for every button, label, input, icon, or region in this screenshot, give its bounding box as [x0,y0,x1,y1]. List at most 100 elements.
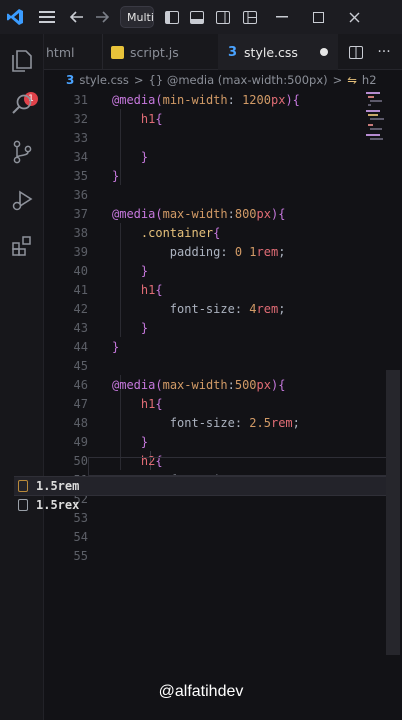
search-icon[interactable] [10,92,34,116]
code-line[interactable]: 38 .container{ [44,224,374,243]
extensions-icon[interactable] [10,234,34,258]
line-number: 44 [73,340,88,354]
code-token: } [140,321,149,335]
code-token: : [227,93,243,107]
suggestion-item[interactable]: 1.5rex [14,495,386,515]
line-number: 38 [73,226,88,240]
search-text: Multi f [127,10,154,24]
explorer-icon[interactable] [10,48,34,72]
code-token: px [256,378,271,392]
code-token: } [112,169,120,183]
code-token: 0 1 [234,245,257,259]
line-number: 40 [73,264,88,278]
line-code: font-size: 2.5rem; [112,414,300,433]
code-token: @media [112,93,156,107]
minimize-icon[interactable] [264,0,300,34]
code-token: rem [256,302,279,316]
code-line[interactable]: 48 font-size: 2.5rem; [44,414,374,433]
run-debug-icon[interactable] [10,188,34,212]
code-line[interactable]: 55 [44,547,374,566]
code-token: { [292,93,300,107]
source-control-icon[interactable] [10,140,34,164]
code-token: max-width [162,207,228,221]
code-token: h1 [140,283,156,297]
breadcrumb-selector[interactable]: h2 [362,73,377,87]
code-line[interactable]: 42 font-size: 4rem; [44,300,374,319]
line-number: 45 [73,359,88,373]
line-number: 55 [73,549,88,563]
line-code: } [112,433,148,452]
code-token: .container [140,226,214,240]
unsaved-dot-icon[interactable] [319,48,328,56]
line-number: 39 [73,245,88,259]
line-number: 31 [73,93,88,107]
tab-html[interactable]: html [44,34,102,70]
minimap[interactable] [366,90,388,150]
breadcrumb-file[interactable]: style.css [79,73,129,87]
hamburger-menu-icon[interactable] [30,0,64,34]
tab-style-css[interactable]: 3 style.css [218,34,338,70]
breadcrumb-separator: > [332,73,343,87]
forward-arrow-icon[interactable] [90,0,114,34]
code-line[interactable]: 54 [44,528,374,547]
code-line[interactable]: 49 } [44,433,374,452]
code-line[interactable]: 37 @media(max-width:800px){ [44,205,374,224]
code-line[interactable]: 39 padding: 0 1rem; [44,243,374,262]
code-line[interactable]: 45 [44,357,374,376]
title-bar: Multi f [0,0,402,34]
code-token: min-width [162,93,228,107]
code-line[interactable]: 43 } [44,319,374,338]
line-number: 54 [73,530,88,544]
line-code: h1{ [112,395,163,414]
vscode-logo[interactable] [0,0,30,34]
code-line[interactable]: 35} [44,167,374,186]
code-line[interactable]: 47 h1{ [44,395,374,414]
command-center-search[interactable]: Multi f [120,6,154,28]
maximize-icon[interactable] [300,0,336,34]
more-actions-icon[interactable]: ··· [370,34,398,70]
code-token: { [155,397,163,411]
back-arrow-icon[interactable] [64,0,90,34]
code-token: max-width [162,378,228,392]
code-token: font-size: [169,302,250,316]
line-number: 43 [73,321,88,335]
code-token: } [140,435,149,449]
code-line[interactable]: 33 [44,129,374,148]
close-icon[interactable] [336,0,372,34]
line-code: padding: 0 1rem; [112,243,286,262]
code-line[interactable]: 32 h1{ [44,110,374,129]
line-number: 35 [73,169,88,183]
activity-bar: 1 [0,34,44,720]
code-line[interactable]: 34 } [44,148,374,167]
code-line[interactable]: 46 @media(max-width:500px){ [44,376,374,395]
editor-scrollbar[interactable] [386,370,400,655]
panel-toggle-icon[interactable] [184,0,210,34]
tab-script-js[interactable]: script.js [102,34,218,70]
code-token: { [155,112,163,126]
suggestion-label: 1.5rex [36,498,80,512]
layout-icon[interactable] [236,0,264,34]
secondary-sidebar-icon[interactable] [210,0,236,34]
code-line[interactable]: 40 } [44,262,374,281]
code-line[interactable]: 44} [44,338,374,357]
code-token: { [213,226,221,240]
line-number: 42 [73,302,88,316]
suggestion-item[interactable]: 1.5rem [14,476,386,496]
code-token: ) [285,93,293,107]
sidebar-toggle-icon[interactable] [160,0,184,34]
code-editor[interactable]: 31 @media(min-width: 1200px){32 h1{33 34 }… [44,90,402,720]
code-line[interactable]: 31 @media(min-width: 1200px){ [44,91,374,110]
line-code: @media(min-width: 1200px){ [112,91,300,110]
split-editor-icon[interactable] [344,34,368,70]
breadcrumb-scope[interactable]: {} @media (max-width:500px) [149,73,328,87]
code-token: rem [256,245,279,259]
line-code: h1{ [112,110,163,129]
tab-label: style.css [244,44,298,60]
code-token: 1200 [242,93,271,107]
code-line[interactable]: 41 h1{ [44,281,374,300]
code-line[interactable]: 36 [44,186,374,205]
watermark: @alfatihdev [158,683,244,700]
code-token: 800 [234,207,257,221]
